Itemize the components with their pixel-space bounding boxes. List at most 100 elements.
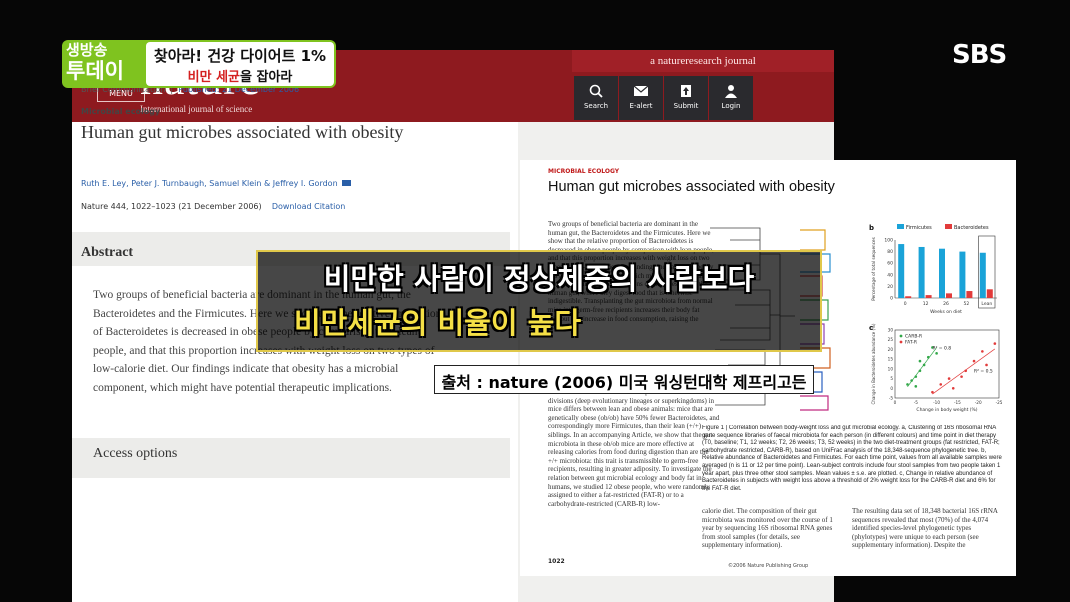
search-label: Search — [583, 102, 609, 110]
point-fat-r — [947, 377, 951, 380]
chart-c-y-tick: 15 — [888, 357, 894, 362]
paper-column-2: calorie diet. The composition of their g… — [702, 507, 833, 550]
author-list[interactable]: Ruth E. Ley, Peter J. Turnbaugh, Samuel … — [81, 179, 352, 188]
trend-line-carb-r — [907, 347, 937, 387]
download-citation-link[interactable]: Download Citation — [272, 202, 345, 211]
source-caption: 출처 : nature (2006) 미국 워싱턴대학 제프리고든 — [441, 373, 807, 392]
figure-caption: Figure 1 | Correlation between body-weig… — [702, 425, 1002, 492]
caption-line-1: 비만한 사람이 정상체중의 사람보다 — [323, 262, 755, 296]
legend-marker-carb-r — [899, 334, 903, 338]
search-button[interactable]: Search — [574, 76, 618, 120]
legend-swatch-bacteroidetes — [945, 224, 952, 229]
chart-c-x-tick: -15 — [954, 400, 961, 405]
upload-icon — [681, 85, 691, 97]
r-squared-fat: R² = 0.5 — [974, 369, 993, 375]
submit-label: Submit — [673, 102, 699, 110]
citation: Nature 444, 1022–1023 (21 December 2006)… — [81, 202, 345, 211]
envelope-icon[interactable] — [342, 180, 352, 186]
r-squared-carb: R² = 0.8 — [932, 345, 951, 351]
chart-c-y-tick: 10 — [888, 366, 894, 371]
citation-text: Nature 444, 1022–1023 (21 December 2006) — [81, 202, 262, 211]
user-icon — [725, 85, 737, 98]
caption-line-2: 비만세균의 비율이 높다 — [294, 306, 581, 340]
legend-label-fat-r: FAT-R — [905, 340, 917, 346]
bar-bacteroidetes — [946, 293, 952, 298]
point-fat-r — [951, 386, 955, 390]
program-name-big: 투데이 — [66, 59, 124, 83]
paper-column-1-bottom: The relative abundance of the two predom… — [548, 388, 720, 508]
subheadline-rest: 을 잡아라 — [240, 70, 293, 85]
bar-firmicutes — [918, 246, 925, 298]
chart-c-x-tick: -20 — [975, 400, 982, 405]
chart-b-x-tick: 0 — [904, 301, 907, 307]
program-name-small: 생방송 — [66, 41, 108, 59]
legend-marker-fat-r — [899, 340, 903, 344]
copyright: ©2006 Nature Publishing Group — [728, 563, 809, 569]
point-carb-r — [914, 385, 918, 388]
chart-c-y-tick: -5 — [889, 396, 894, 401]
login-label: Login — [721, 102, 741, 110]
chart-b-y-tick: 100 — [884, 238, 893, 244]
chart-c-x-tick: -5 — [914, 400, 919, 405]
abstract-heading: Abstract — [81, 245, 134, 260]
chart-b-y-tick: 60 — [887, 261, 893, 267]
chart-b-x-label: Weeks on diet — [930, 309, 962, 315]
bar-chart-b: b Firmicutes Bacteroidetes 0 20 40 60 80 100 0 12 2… — [869, 224, 997, 315]
bar-bacteroidetes — [905, 296, 912, 298]
point-fat-r — [993, 342, 997, 345]
chart-b-x-tick: Lean — [981, 301, 992, 307]
login-button[interactable]: Login — [709, 76, 753, 120]
segment-headline: 찾아라! 건강 다이어트 1% — [153, 47, 327, 65]
segment-subheadline: 비만 세균을 잡아라 — [146, 66, 334, 85]
paper-section-label: MICROBIAL ECOLOGY — [548, 168, 620, 175]
paper-title: Human gut microbes associated with obesi… — [548, 179, 835, 195]
chart-b-panel-label: b — [869, 224, 874, 232]
authors-text[interactable]: Ruth E. Ley, Peter J. Turnbaugh, Samuel … — [81, 179, 338, 188]
point-fat-r — [972, 359, 976, 363]
chart-c-y-tick: 20 — [888, 347, 894, 352]
chart-c-y-tick: 25 — [888, 337, 894, 342]
article-section: Microbial ecology — [81, 107, 161, 116]
legend-label-bacteroidetes: Bacteroidetes — [954, 225, 989, 231]
point-fat-r — [985, 363, 988, 367]
chart-b-y-tick: 40 — [887, 272, 893, 278]
chart-b-y-tick: 20 — [887, 284, 893, 290]
bar-firmicutes — [979, 252, 986, 298]
bar-firmicutes — [959, 251, 966, 298]
point-carb-r — [935, 352, 938, 355]
chart-c-x-label: Change in body weight (%) — [916, 407, 977, 413]
chart-c-x-tick: -25 — [996, 400, 1003, 405]
legend-swatch-firmicutes — [897, 224, 904, 229]
e-alert-label: E-alert — [629, 102, 653, 110]
point-carb-r — [918, 359, 922, 363]
journal-label: a natureresearch journal — [572, 50, 834, 72]
access-options-heading[interactable]: Access options — [93, 446, 177, 462]
chart-c-y-tick: 0 — [890, 386, 893, 391]
point-fat-r — [960, 375, 963, 378]
bar-firmicutes — [898, 244, 905, 298]
point-fat-r — [981, 350, 984, 353]
bar-bacteroidetes — [966, 291, 973, 298]
bar-bacteroidetes — [986, 289, 993, 298]
chart-b-y-tick: 80 — [887, 249, 893, 255]
chart-b-y-tick: 0 — [890, 296, 893, 302]
chart-b-x-tick: 12 — [923, 301, 929, 307]
search-icon — [589, 84, 603, 98]
submit-button[interactable]: Submit — [664, 76, 708, 120]
page-number: 1022 — [548, 558, 565, 565]
envelope-icon — [633, 85, 649, 96]
bar-firmicutes — [939, 248, 945, 298]
e-alert-button[interactable]: E-alert — [619, 76, 663, 120]
article-title: Human gut microbes associated with obesi… — [81, 122, 404, 142]
paper-column-3: The resulting data set of 18,348 bacteri… — [852, 507, 998, 550]
chart-b-y-label: Percentage of total sequences — [871, 237, 876, 301]
chart-b-x-tick: 26 — [943, 301, 949, 307]
chart-b-x-tick: 52 — [964, 301, 970, 307]
chart-c-y-label: Change in Bacteroidetes abundance (%) — [871, 323, 876, 404]
chart-c-y-tick: 30 — [888, 328, 894, 333]
legend-label-firmicutes: Firmicutes — [906, 225, 932, 231]
sbs-logo: SBS — [952, 40, 1007, 70]
point-fat-r — [939, 383, 943, 386]
subheadline-highlight: 비만 세균 — [187, 70, 240, 85]
chart-c-x-tick: 0 — [894, 400, 897, 405]
